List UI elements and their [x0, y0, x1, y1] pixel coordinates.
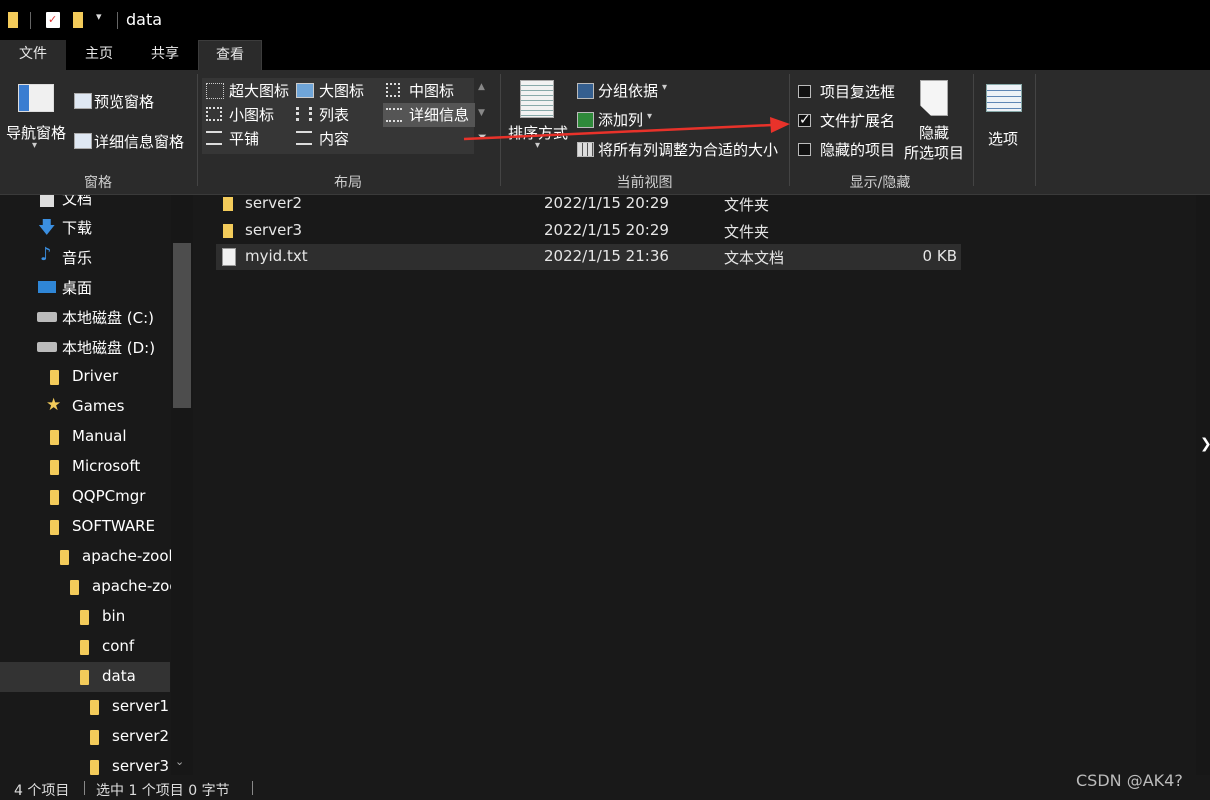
nav-item-folder[interactable]: Microsoft [0, 452, 170, 482]
file-name: server2 [245, 194, 303, 212]
file-date: 2022/1/15 20:29 [544, 194, 669, 212]
nav-label: 本地磁盘 (C:) [62, 309, 154, 327]
folder-icon [60, 550, 69, 565]
folder-icon [90, 700, 99, 715]
nav-label: apache-zook [82, 547, 178, 565]
nav-item-drive-d[interactable]: 本地磁盘 (D:) [0, 332, 170, 362]
nav-label: Manual [72, 427, 127, 445]
item-count: 4 个项目 [14, 783, 70, 799]
folder-icon [223, 224, 233, 238]
status-separator [84, 781, 85, 795]
nav-label: server1 [112, 697, 170, 715]
nav-item-folder[interactable]: server3 [0, 752, 170, 775]
file-type: 文件夹 [724, 196, 770, 214]
file-date: 2022/1/15 20:29 [544, 221, 669, 239]
navigation-pane: 文档 🡇 下载 ♪ 音乐 桌面 本地磁盘 (C:) 本地磁盘 (D:) Driv… [0, 195, 193, 775]
nav-item-folder[interactable]: server2 [0, 722, 170, 752]
download-icon: 🡇 [38, 218, 56, 238]
nav-label: QQPCmgr [72, 487, 146, 505]
documents-icon [40, 195, 54, 207]
file-size: 0 KB [922, 247, 957, 265]
nav-label: Games [72, 397, 125, 415]
nav-item-music[interactable]: ♪ 音乐 [0, 242, 170, 272]
nav-item-documents[interactable]: 文档 [0, 195, 170, 213]
nav-item-folder[interactable]: apache-zoo [0, 572, 179, 602]
nav-label: conf [102, 637, 135, 655]
drive-icon [37, 312, 57, 322]
file-name: server3 [245, 221, 303, 239]
folder-icon [50, 490, 59, 505]
content-scrollbar[interactable] [1196, 195, 1210, 775]
nav-item-folder[interactable]: conf [0, 632, 170, 662]
file-row[interactable]: server3 2022/1/15 20:29 文件夹 [216, 218, 961, 244]
nav-scrollbar-thumb[interactable] [173, 243, 191, 408]
nav-label: 本地磁盘 (D:) [62, 339, 156, 357]
folder-icon [90, 760, 99, 775]
folder-icon [50, 520, 59, 535]
nav-item-folder[interactable]: apache-zook [0, 542, 177, 572]
nav-label: server3 [112, 757, 170, 775]
folder-icon [70, 580, 79, 595]
nav-label: Microsoft [72, 457, 141, 475]
file-date: 2022/1/15 21:36 [544, 247, 669, 265]
file-row-selected[interactable]: myid.txt 2022/1/15 21:36 文本文档 0 KB [216, 244, 961, 270]
folder-icon [50, 460, 59, 475]
file-row[interactable]: server2 2022/1/15 20:29 文件夹 [216, 191, 961, 217]
watermark: CSDN @AK4? [1076, 771, 1183, 790]
nav-label: server2 [112, 727, 170, 745]
nav-label: 桌面 [62, 279, 93, 297]
nav-label: apache-zoo [92, 577, 179, 595]
star-icon: ★ [46, 395, 62, 415]
file-type: 文本文档 [724, 249, 785, 267]
nav-item-folder[interactable]: Manual [0, 422, 170, 452]
nav-item-folder[interactable]: server1 [0, 692, 170, 722]
nav-label: 音乐 [62, 249, 93, 267]
scroll-down-icon[interactable]: ⌄ [175, 755, 184, 768]
nav-item-folder[interactable]: Driver [0, 362, 170, 392]
file-list: server2 2022/1/15 20:29 文件夹 server3 2022… [193, 194, 1210, 775]
folder-icon [90, 730, 99, 745]
nav-label: 下载 [62, 219, 93, 237]
status-separator [252, 781, 253, 795]
nav-item-folder[interactable]: ★ Games [0, 392, 170, 422]
file-name: myid.txt [245, 247, 308, 265]
desktop-icon [38, 281, 56, 293]
nav-label: data [102, 667, 136, 685]
status-bar: 4 个项目 选中 1 个项目 0 字节 CSDN @AK4? [0, 771, 1210, 799]
folder-icon [80, 640, 89, 655]
folder-icon [80, 670, 89, 685]
nav-item-folder[interactable]: SOFTWARE [0, 512, 170, 542]
nav-item-folder-selected[interactable]: data [0, 662, 170, 692]
folder-icon [50, 370, 59, 385]
drive-icon [37, 342, 57, 352]
folder-icon [223, 197, 233, 211]
nav-label: bin [102, 607, 126, 625]
nav-item-folder[interactable]: QQPCmgr [0, 482, 170, 512]
folder-icon [80, 610, 89, 625]
nav-label: 文档 [62, 195, 93, 208]
expand-pane-icon[interactable]: ❯ [1200, 436, 1210, 452]
nav-item-folder[interactable]: bin [0, 602, 170, 632]
nav-item-downloads[interactable]: 🡇 下载 [0, 212, 170, 242]
file-type: 文件夹 [724, 223, 770, 241]
nav-label: SOFTWARE [72, 517, 156, 535]
text-file-icon [222, 248, 236, 266]
nav-item-desktop[interactable]: 桌面 [0, 272, 170, 302]
nav-item-drive-c[interactable]: 本地磁盘 (C:) [0, 302, 170, 332]
nav-label: Driver [72, 367, 119, 385]
music-icon: ♪ [40, 244, 52, 265]
folder-icon [50, 430, 59, 445]
selection-info: 选中 1 个项目 0 字节 [96, 783, 230, 799]
